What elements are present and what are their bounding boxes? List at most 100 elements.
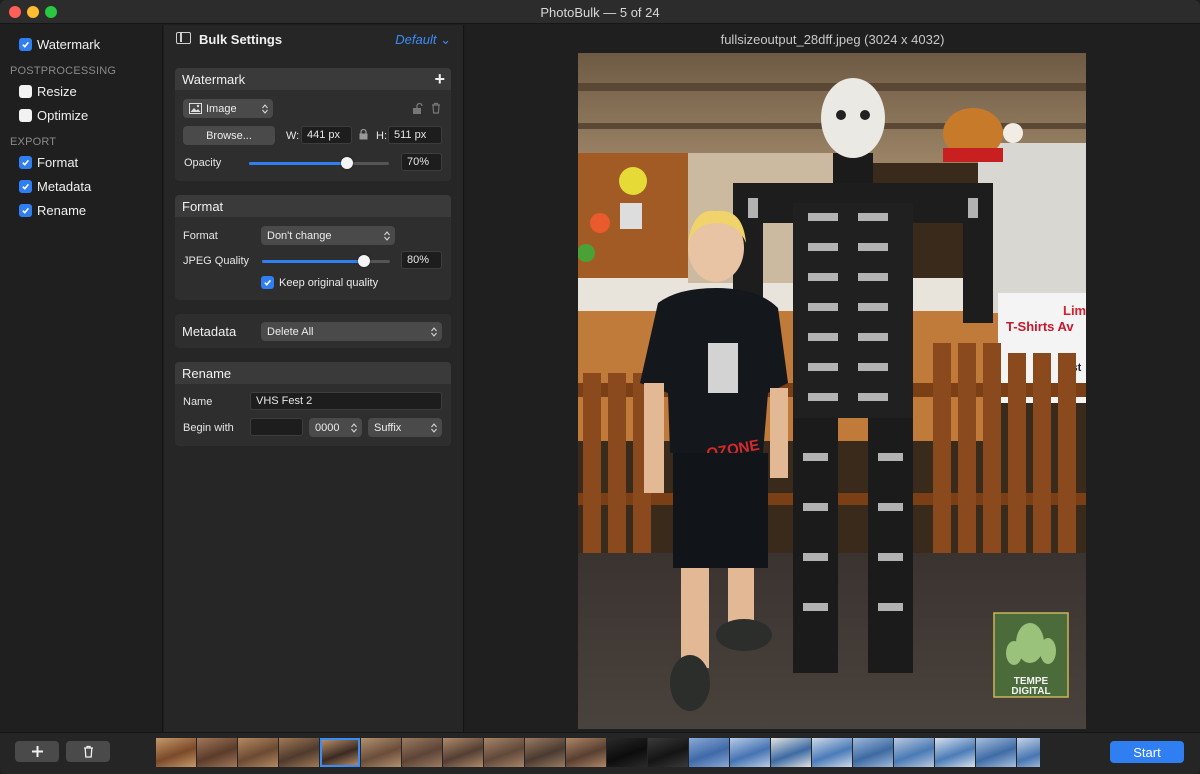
preset-label: Default bbox=[395, 32, 437, 47]
rename-checkbox[interactable] bbox=[19, 203, 32, 217]
thumbnail[interactable] bbox=[648, 738, 688, 767]
postprocessing-heading: POSTPROCESSING bbox=[10, 65, 117, 77]
thumbnail[interactable] bbox=[853, 738, 893, 767]
sidebar-toggle-icon[interactable] bbox=[176, 32, 191, 44]
add-watermark-icon[interactable]: + bbox=[434, 69, 445, 90]
metadata-checkbox[interactable] bbox=[19, 179, 32, 193]
watermark-card-header: Watermark + bbox=[175, 68, 451, 90]
thumbnail[interactable] bbox=[279, 738, 319, 767]
thumbnail[interactable] bbox=[197, 738, 237, 767]
sign-text: T-Shirts Av bbox=[1006, 319, 1074, 334]
trash-icon bbox=[83, 745, 93, 758]
suffix-select[interactable]: Suffix bbox=[368, 418, 442, 437]
opacity-slider[interactable] bbox=[249, 157, 389, 169]
format-card-body: Format Don't change JPEG Quality 80% Kee… bbox=[175, 217, 451, 300]
keep-original-quality-option[interactable]: Keep original quality bbox=[261, 276, 378, 289]
image-icon bbox=[189, 103, 202, 114]
width-label: W: bbox=[286, 130, 300, 142]
sidebar-item-label: Resize bbox=[37, 83, 77, 99]
lock-open-icon[interactable] bbox=[412, 103, 423, 114]
thumbnail[interactable] bbox=[484, 738, 524, 767]
quality-slider-fill bbox=[262, 260, 365, 263]
watermark-card-body: Image Browse... W: 441 px H: 511 px Opac… bbox=[175, 90, 451, 181]
counter-select[interactable]: 0000 bbox=[309, 418, 362, 437]
thumbnail[interactable] bbox=[935, 738, 975, 767]
preset-dropdown[interactable]: Default ⌄ bbox=[395, 32, 451, 48]
sidebar-item-optimize[interactable]: Optimize bbox=[19, 106, 88, 124]
thumbnail[interactable] bbox=[238, 738, 278, 767]
remove-images-button[interactable] bbox=[66, 741, 110, 762]
keep-original-label: Keep original quality bbox=[279, 276, 379, 289]
sidebar-item-resize[interactable]: Resize bbox=[19, 82, 77, 100]
jpeg-quality-value-field[interactable]: 80% bbox=[401, 251, 442, 269]
thumbnail[interactable] bbox=[443, 738, 483, 767]
thumbnail[interactable] bbox=[812, 738, 852, 767]
watermark-card: Watermark + Image Browse... W: 441 px H:… bbox=[175, 68, 451, 181]
watermark-checkbox[interactable] bbox=[19, 37, 32, 51]
resize-checkbox[interactable] bbox=[19, 84, 32, 98]
watermark-overlay: TEMPE DIGITAL bbox=[993, 612, 1069, 698]
opacity-slider-fill bbox=[249, 162, 347, 165]
thumbnail[interactable] bbox=[156, 738, 196, 767]
settings-title: Bulk Settings bbox=[199, 32, 283, 47]
watermark-type-select[interactable]: Image bbox=[183, 99, 273, 118]
settings-panel: Bulk Settings Default ⌄ Watermark + Imag… bbox=[164, 25, 464, 732]
height-label: H: bbox=[376, 130, 387, 142]
format-select[interactable]: Don't change bbox=[261, 226, 395, 245]
preview-area: fullsizeoutput_28dff.jpeg (3024 x 4032) bbox=[465, 25, 1200, 732]
settings-header: Bulk Settings Default ⌄ bbox=[164, 25, 464, 53]
sidebar-item-metadata[interactable]: Metadata bbox=[19, 177, 91, 195]
thumbnail[interactable] bbox=[566, 738, 606, 767]
start-button[interactable]: Start bbox=[1110, 741, 1184, 763]
thumbnail[interactable] bbox=[771, 738, 811, 767]
browse-button[interactable]: Browse... bbox=[183, 126, 275, 145]
updown-icon bbox=[262, 103, 268, 114]
plus-icon bbox=[31, 746, 43, 757]
sidebar-item-rename[interactable]: Rename bbox=[19, 201, 86, 219]
opacity-label: Opacity bbox=[184, 157, 222, 169]
thumbnail[interactable] bbox=[1017, 738, 1040, 767]
optimize-checkbox[interactable] bbox=[19, 108, 32, 122]
width-field[interactable]: 441 px bbox=[301, 126, 352, 144]
rename-card: Rename Name VHS Fest 2 Begin with 0000 S… bbox=[175, 362, 451, 446]
thumbnail[interactable] bbox=[607, 738, 647, 767]
sidebar-item-watermark[interactable]: Watermark bbox=[19, 35, 100, 53]
metadata-select-value: Delete All bbox=[267, 325, 314, 338]
thumbnail[interactable] bbox=[402, 738, 442, 767]
height-field[interactable]: 511 px bbox=[388, 126, 442, 144]
opacity-slider-knob[interactable] bbox=[341, 157, 353, 169]
title-bar: PhotoBulk — 5 of 24 bbox=[0, 0, 1200, 24]
name-field[interactable]: VHS Fest 2 bbox=[250, 392, 442, 410]
window-title: PhotoBulk — 5 of 24 bbox=[540, 5, 660, 20]
trash-icon[interactable] bbox=[431, 102, 441, 114]
thumbnail-filmstrip[interactable] bbox=[156, 738, 1040, 767]
thumbnail[interactable] bbox=[730, 738, 770, 767]
thumbnail[interactable] bbox=[361, 738, 401, 767]
metadata-select[interactable]: Delete All bbox=[261, 322, 442, 341]
thumbnail[interactable] bbox=[525, 738, 565, 767]
jpeg-quality-slider[interactable] bbox=[262, 255, 390, 267]
rename-card-body: Name VHS Fest 2 Begin with 0000 Suffix bbox=[175, 384, 451, 446]
begin-with-label: Begin with bbox=[183, 422, 234, 434]
quality-slider-knob[interactable] bbox=[358, 255, 371, 267]
opacity-value-field[interactable]: 70% bbox=[401, 153, 442, 171]
metadata-card: Metadata Delete All bbox=[175, 314, 451, 348]
begin-with-field[interactable] bbox=[250, 418, 303, 436]
sign-text: Lim bbox=[1063, 303, 1086, 318]
thumbnail[interactable] bbox=[689, 738, 729, 767]
format-checkbox[interactable] bbox=[19, 155, 32, 169]
thumbnail[interactable] bbox=[976, 738, 1016, 767]
thumbnail[interactable] bbox=[320, 738, 360, 767]
add-images-button[interactable] bbox=[15, 741, 59, 762]
chevron-down-icon: ⌄ bbox=[440, 32, 451, 47]
sidebar-item-label: Format bbox=[37, 154, 79, 170]
updown-icon bbox=[431, 326, 437, 337]
thumbnail[interactable] bbox=[894, 738, 934, 767]
format-select-value: Don't change bbox=[267, 229, 332, 242]
sidebar-item-format[interactable]: Format bbox=[19, 153, 78, 171]
sidebar-item-label: Rename bbox=[37, 202, 87, 218]
aspect-lock-icon[interactable] bbox=[359, 129, 368, 140]
format-card: Format Format Don't change JPEG Quality … bbox=[175, 195, 451, 300]
keep-original-checkbox[interactable] bbox=[261, 276, 274, 289]
sidebar-item-label: Optimize bbox=[37, 107, 89, 123]
